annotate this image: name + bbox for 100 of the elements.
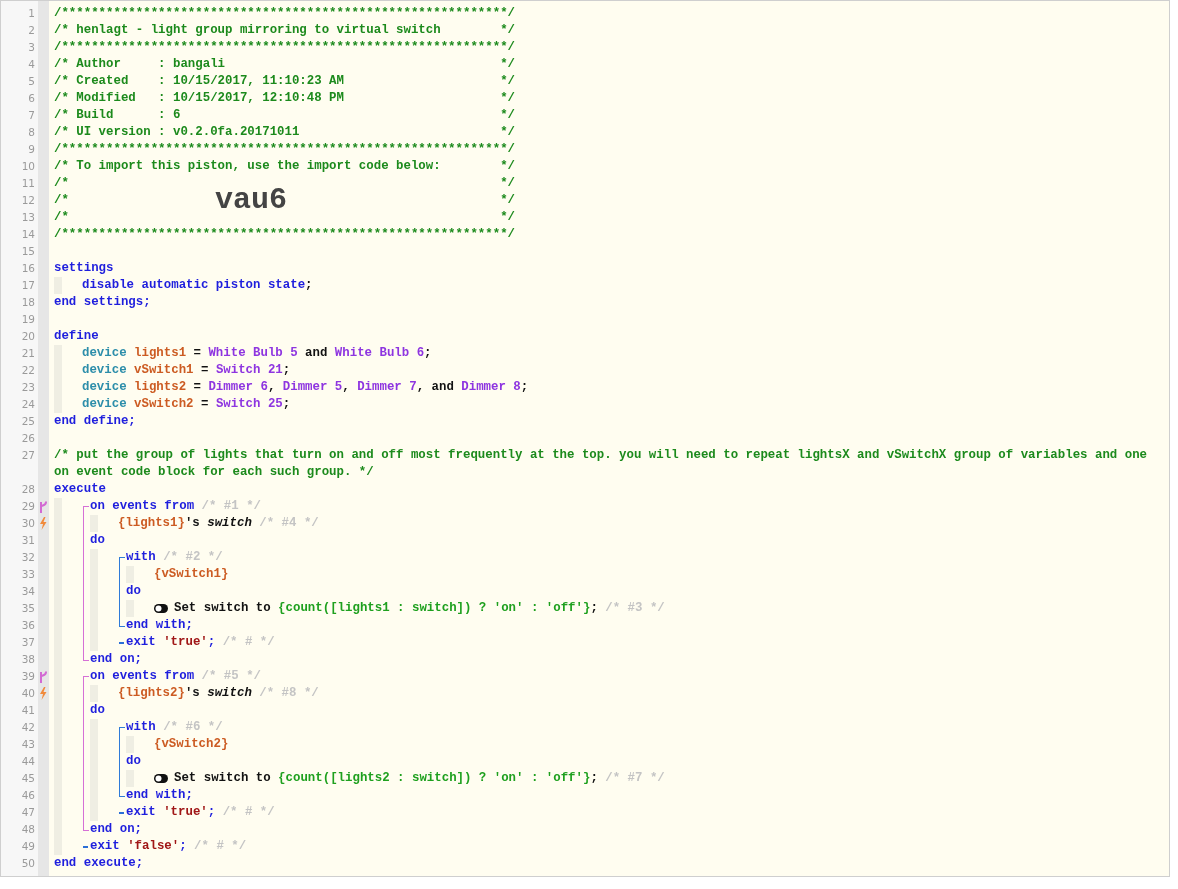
line-number: 42: [20, 720, 36, 735]
code-line: Set switch to {count([lights2 : switch]) ? 'on' : 'off'}; /* #7 */: [174, 770, 666, 787]
line-number: 8: [27, 125, 36, 140]
code-line: {lights1}'s switch /* #4 */: [118, 515, 320, 532]
dash-icon: [119, 812, 124, 814]
line-number: 49: [20, 839, 36, 854]
code-line: end with;: [126, 617, 194, 634]
code-line: device vSwitch2 = Switch 25;: [82, 396, 292, 413]
code-comment: */: [500, 193, 515, 207]
code-line: end with;: [126, 787, 194, 804]
line-number: 50: [20, 856, 36, 871]
code-line: do: [126, 583, 142, 600]
code-line: /* Created : 10/15/2017, 11:10:23 AM */: [54, 73, 516, 90]
line-number: 41: [20, 703, 36, 718]
dash-icon: [119, 642, 124, 644]
line-number: 20: [20, 329, 36, 344]
line-number: 7: [27, 108, 36, 123]
fork-icon: [38, 500, 48, 513]
dash-icon: [83, 846, 88, 848]
line-number: 38: [20, 652, 36, 667]
line-number: 12: [20, 193, 36, 208]
code-line: define: [54, 328, 100, 345]
line-number: 48: [20, 822, 36, 837]
code-line: settings: [54, 260, 115, 277]
code-line: exit 'true'; /* # */: [126, 634, 276, 651]
code-line: with /* #6 */: [126, 719, 224, 736]
line-number: 37: [20, 635, 36, 650]
code-line: execute: [54, 481, 108, 498]
line-number: 9: [27, 142, 36, 157]
code-line: end on;: [90, 651, 144, 668]
line-number: 36: [20, 618, 36, 633]
code-line: {lights2}'s switch /* #8 */: [118, 685, 320, 702]
line-number: 45: [20, 771, 36, 786]
code-line: do: [126, 753, 142, 770]
lightning-icon: [39, 517, 47, 530]
code-line: end define;: [54, 413, 137, 430]
code-line: /* */: [54, 209, 516, 226]
line-number: 39: [20, 669, 36, 684]
line-number: 11: [20, 176, 36, 191]
code-line: /* henlagt - light group mirroring to virtual switch */: [54, 22, 516, 39]
line-number: 28: [20, 482, 36, 497]
code-line: /* Build : 6 */: [54, 107, 516, 124]
code-line: end on;: [90, 821, 144, 838]
code-line: do: [90, 702, 106, 719]
line-number: 40: [20, 686, 36, 701]
code-line: exit 'false'; /* # */: [90, 838, 248, 855]
line-number: 1: [27, 6, 36, 21]
line-number: 26: [20, 431, 36, 446]
line-number: 47: [20, 805, 36, 820]
code-line: /* Author : bangali */: [54, 56, 516, 73]
toggle-icon: [154, 604, 168, 613]
code-line: do: [90, 532, 106, 549]
line-number: 43: [20, 737, 36, 752]
code-line: /* Modified : 10/15/2017, 12:10:48 PM */: [54, 90, 516, 107]
line-number: 33: [20, 567, 36, 582]
fork-icon: [38, 670, 48, 683]
lightning-icon: [39, 687, 47, 700]
line-number: 14: [20, 227, 36, 242]
code-line: on events from /* #1 */: [90, 498, 263, 515]
line-number: 24: [20, 397, 36, 412]
code-line: with /* #2 */: [126, 549, 224, 566]
code-line: end settings;: [54, 294, 152, 311]
code-line: /* UI version : v0.2.0fa.20171011 */: [54, 124, 516, 141]
code-line: on events from /* #5 */: [90, 668, 263, 685]
code-line: /* To import this piston, use the import code below: */: [54, 158, 516, 175]
code-line: /* put the group of lights that turn on and off most frequently at the top. you will need to repeat lightsX and vSwitchX group of variables and one on event code block for each such group. */: [54, 447, 1149, 481]
code-line: device lights2 = Dimmer 6, Dimmer 5, Dimmer 7, and Dimmer 8;: [82, 379, 530, 396]
line-number: 22: [20, 363, 36, 378]
line-number: 23: [20, 380, 36, 395]
line-number: 35: [20, 601, 36, 616]
code-line: Set switch to {count([lights1 : switch]) ? 'on' : 'off'}; /* #3 */: [174, 600, 666, 617]
code-line: /************************************************************/: [54, 226, 516, 243]
line-number: 27: [20, 448, 36, 463]
line-number: 6: [27, 91, 36, 106]
line-number: 2: [27, 23, 36, 38]
line-number: 18: [20, 295, 36, 310]
line-number: 25: [20, 414, 36, 429]
line-number: 10: [20, 159, 36, 174]
line-number: 16: [20, 261, 36, 276]
line-number: 34: [20, 584, 36, 599]
line-number: 15: [20, 244, 36, 259]
code-line: device lights1 = White Bulb 5 and White Bulb 6;: [82, 345, 433, 362]
toggle-icon: [154, 774, 168, 783]
code-line: end execute;: [54, 855, 145, 872]
line-number: 32: [20, 550, 36, 565]
line-number: 3: [27, 40, 36, 55]
code-line: device vSwitch1 = Switch 21;: [82, 362, 292, 379]
line-number: 44: [20, 754, 36, 769]
line-number: 17: [20, 278, 36, 293]
line-number: 46: [20, 788, 36, 803]
line-number: 4: [27, 57, 36, 72]
code-line: disable automatic piston state;: [82, 277, 314, 294]
line-number: 31: [20, 533, 36, 548]
code-line: {vSwitch2}: [154, 736, 230, 753]
code-line: /************************************************************/: [54, 39, 516, 56]
line-number: 13: [20, 210, 36, 225]
code-line: /************************************************************/: [54, 5, 516, 22]
line-number: 29: [20, 499, 36, 514]
code-comment: /*: [54, 193, 69, 207]
line-number: 21: [20, 346, 36, 361]
